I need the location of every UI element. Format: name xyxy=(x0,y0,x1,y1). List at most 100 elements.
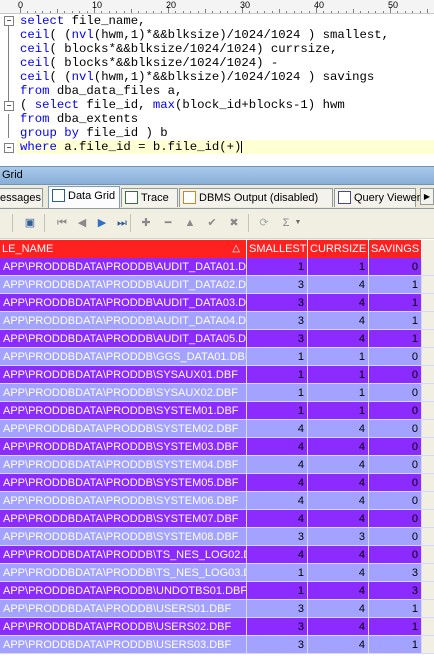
savings-cell[interactable]: 1 xyxy=(369,312,422,330)
code-line[interactable]: select file_name, xyxy=(20,14,434,28)
currsize-cell[interactable]: 4 xyxy=(308,600,369,618)
file-name-cell[interactable]: APP\PRODDBDATA\PRODDB\SYSTEM07.DBF xyxy=(0,510,247,528)
smallest-cell[interactable]: 1 xyxy=(247,582,308,600)
smallest-cell[interactable]: 3 xyxy=(247,312,308,330)
savings-cell[interactable]: 0 xyxy=(369,546,422,564)
currsize-cell[interactable]: 4 xyxy=(308,582,369,600)
currsize-cell[interactable]: 1 xyxy=(308,366,369,384)
smallest-cell[interactable]: 4 xyxy=(247,546,308,564)
delete-record-icon[interactable]: ━ xyxy=(160,215,176,231)
file-name-cell[interactable]: APP\PRODDBDATA\PRODDB\TS_NES_LOG03.DBF xyxy=(0,564,247,582)
file-name-cell[interactable]: APP\PRODDBDATA\PRODDB\SYSTEM04.DBF xyxy=(0,456,247,474)
currsize-cell[interactable]: 4 xyxy=(308,564,369,582)
tab-dbms-output-disabled[interactable]: DBMS Output (disabled) xyxy=(179,188,333,207)
smallest-cell[interactable]: 1 xyxy=(247,348,308,366)
currsize-cell[interactable]: 1 xyxy=(308,384,369,402)
table-row[interactable]: APP\PRODDBDATA\PRODDB\AUDIT_DATA01.DBF 1 1… xyxy=(0,258,434,276)
table-row[interactable]: APP\PRODDBDATA\PRODDB\SYSAUX01.DBF 1 1 0 xyxy=(0,366,434,384)
savings-cell[interactable]: 0 xyxy=(369,474,422,492)
column-header-currsize[interactable]: CURRSIZE xyxy=(308,240,369,258)
table-row[interactable]: APP\PRODDBDATA\PRODDB\USERS02.DBF 3 4 1 xyxy=(0,618,434,636)
currsize-cell[interactable]: 3 xyxy=(308,528,369,546)
table-row[interactable]: APP\PRODDBDATA\PRODDB\AUDIT_DATA04.DBF 3 4… xyxy=(0,312,434,330)
file-name-cell[interactable]: APP\PRODDBDATA\PRODDB\SYSTEM08.DBF xyxy=(0,528,247,546)
first-record-icon[interactable]: ⏮ xyxy=(54,215,70,231)
currsize-cell[interactable]: 4 xyxy=(308,438,369,456)
table-row[interactable]: APP\PRODDBDATA\PRODDB\TS_NES_LOG02.DBF 4 4… xyxy=(0,546,434,564)
file-name-cell[interactable]: APP\PRODDBDATA\PRODDB\GGS_DATA01.DBF xyxy=(0,348,247,366)
table-row[interactable]: APP\PRODDBDATA\PRODDB\SYSTEM04.DBF 4 4 0 xyxy=(0,456,434,474)
smallest-cell[interactable]: 4 xyxy=(247,492,308,510)
savings-cell[interactable]: 0 xyxy=(369,510,422,528)
file-name-cell[interactable]: APP\PRODDBDATA\PRODDB\AUDIT_DATA01.DBF xyxy=(0,258,247,276)
code-line[interactable]: group by file_id ) b xyxy=(20,126,434,140)
file-name-cell[interactable]: APP\PRODDBDATA\PRODDB\TS_NES_LOG02.DBF xyxy=(0,546,247,564)
insert-record-icon[interactable]: ✚ xyxy=(138,215,154,231)
currsize-cell[interactable]: 4 xyxy=(308,546,369,564)
table-row[interactable]: APP\PRODDBDATA\PRODDB\SYSTEM07.DBF 4 4 0 xyxy=(0,510,434,528)
code-line[interactable]: from dba_extents xyxy=(20,112,434,126)
file-name-cell[interactable]: APP\PRODDBDATA\PRODDB\AUDIT_DATA04.DBF xyxy=(0,312,247,330)
column-header-savings[interactable]: SAVINGS xyxy=(369,240,422,258)
prior-record-icon[interactable]: ◀ xyxy=(74,215,90,231)
table-row[interactable]: APP\PRODDBDATA\PRODDB\TS_NES_LOG03.DBF 1 4… xyxy=(0,564,434,582)
currsize-cell[interactable]: 4 xyxy=(308,492,369,510)
smallest-cell[interactable]: 4 xyxy=(247,420,308,438)
table-row[interactable]: APP\PRODDBDATA\PRODDB\USERS03.DBF 3 4 1 xyxy=(0,636,434,654)
currsize-cell[interactable]: 4 xyxy=(308,330,369,348)
currsize-cell[interactable]: 4 xyxy=(308,294,369,312)
column-header-file-name[interactable]: LE_NAME △ xyxy=(0,240,247,258)
code-line[interactable]: ( select file_id, max(block_id+blocks-1)… xyxy=(20,98,434,112)
table-row[interactable]: APP\PRODDBDATA\PRODDB\AUDIT_DATA03.DBF 3 4… xyxy=(0,294,434,312)
smallest-cell[interactable]: 1 xyxy=(247,564,308,582)
table-row[interactable]: APP\PRODDBDATA\PRODDB\SYSTEM03.DBF 4 4 0 xyxy=(0,438,434,456)
table-row[interactable]: APP\PRODDBDATA\PRODDB\SYSTEM08.DBF 3 3 0 xyxy=(0,528,434,546)
file-name-cell[interactable]: APP\PRODDBDATA\PRODDB\USERS03.DBF xyxy=(0,636,247,654)
smallest-cell[interactable]: 4 xyxy=(247,438,308,456)
currsize-cell[interactable]: 4 xyxy=(308,618,369,636)
column-header-smallest[interactable]: SMALLEST xyxy=(247,240,308,258)
currsize-cell[interactable]: 4 xyxy=(308,276,369,294)
file-name-cell[interactable]: APP\PRODDBDATA\PRODDB\SYSTEM05.DBF xyxy=(0,474,247,492)
smallest-cell[interactable]: 3 xyxy=(247,600,308,618)
file-name-cell[interactable]: APP\PRODDBDATA\PRODDB\AUDIT_DATA05.DBF xyxy=(0,330,247,348)
sql-editor[interactable]: − − − select file_name, ceil( (nvl(hwm,1)… xyxy=(0,14,434,157)
tab-trace[interactable]: Trace xyxy=(121,188,178,207)
data-grid[interactable]: LE_NAME △ SMALLEST CURRSIZE SAVINGS APP\… xyxy=(0,240,434,662)
code-line[interactable]: ceil( blocks*&&blksize/1024/1024) currsi… xyxy=(20,42,434,56)
savings-cell[interactable]: 3 xyxy=(369,582,422,600)
savings-cell[interactable]: 0 xyxy=(369,366,422,384)
smallest-cell[interactable]: 3 xyxy=(247,294,308,312)
code-line[interactable]: ceil( blocks*&&blksize/1024/1024) - xyxy=(20,56,434,70)
file-name-cell[interactable]: APP\PRODDBDATA\PRODDB\USERS02.DBF xyxy=(0,618,247,636)
savings-cell[interactable]: 0 xyxy=(369,420,422,438)
tab-query-viewer[interactable]: Query Viewer xyxy=(334,188,420,207)
savings-cell[interactable]: 1 xyxy=(369,330,422,348)
smallest-cell[interactable]: 3 xyxy=(247,330,308,348)
refresh-icon[interactable]: ⟳ xyxy=(256,215,272,231)
savings-cell[interactable]: 1 xyxy=(369,618,422,636)
post-edit-icon[interactable]: ✔ xyxy=(204,215,220,231)
currsize-cell[interactable]: 4 xyxy=(308,456,369,474)
file-name-cell[interactable]: APP\PRODDBDATA\PRODDB\USERS01.DBF xyxy=(0,600,247,618)
tab-messages[interactable]: essages xyxy=(0,188,43,207)
savings-cell[interactable]: 0 xyxy=(369,492,422,510)
table-row[interactable]: APP\PRODDBDATA\PRODDB\SYSTEM02.DBF 4 4 0 xyxy=(0,420,434,438)
next-record-icon[interactable]: ▶ xyxy=(94,215,110,231)
file-name-cell[interactable]: APP\PRODDBDATA\PRODDB\AUDIT_DATA03.DBF xyxy=(0,294,247,312)
file-name-cell[interactable]: APP\PRODDBDATA\PRODDB\SYSTEM01.DBF xyxy=(0,402,247,420)
currsize-cell[interactable]: 4 xyxy=(308,474,369,492)
table-row[interactable]: APP\PRODDBDATA\PRODDB\SYSTEM01.DBF 1 1 0 xyxy=(0,402,434,420)
savings-cell[interactable]: 0 xyxy=(369,384,422,402)
currsize-cell[interactable]: 4 xyxy=(308,420,369,438)
smallest-cell[interactable]: 3 xyxy=(247,618,308,636)
table-row[interactable]: APP\PRODDBDATA\PRODDB\SYSAUX02.DBF 1 1 0 xyxy=(0,384,434,402)
table-row[interactable]: APP\PRODDBDATA\PRODDB\SYSTEM06.DBF 4 4 0 xyxy=(0,492,434,510)
file-name-cell[interactable]: APP\PRODDBDATA\PRODDB\UNDOTBS01.DBF xyxy=(0,582,247,600)
smallest-cell[interactable]: 1 xyxy=(247,366,308,384)
smallest-cell[interactable]: 3 xyxy=(247,276,308,294)
savings-cell[interactable]: 0 xyxy=(369,438,422,456)
savings-cell[interactable]: 0 xyxy=(369,528,422,546)
currsize-cell[interactable]: 1 xyxy=(308,348,369,366)
fold-toggle-icon[interactable]: − xyxy=(4,101,14,111)
